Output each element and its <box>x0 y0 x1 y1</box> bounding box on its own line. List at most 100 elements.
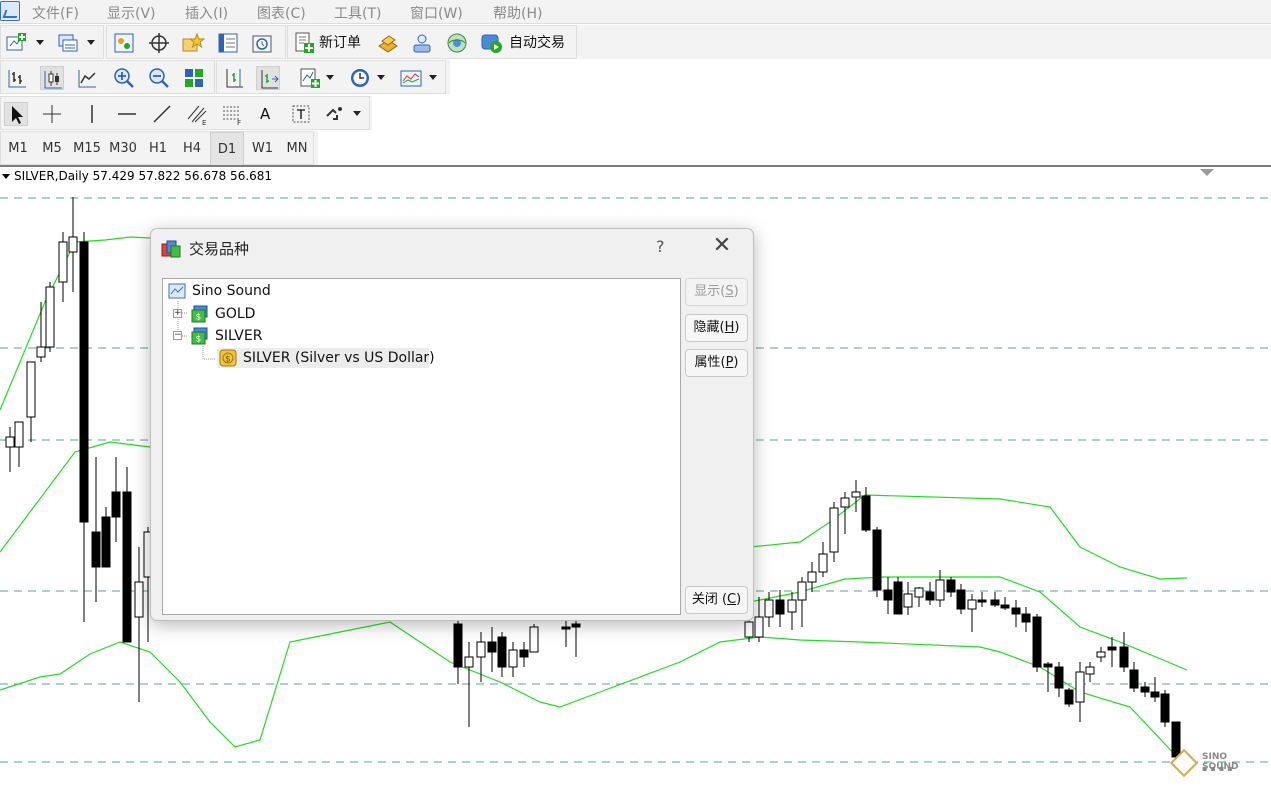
timeframe-mn[interactable]: MN <box>280 132 314 166</box>
templates-button[interactable] <box>399 66 423 90</box>
zoom-in-button[interactable] <box>112 66 136 90</box>
user-signals-icon <box>413 34 431 53</box>
candle-body-34 <box>851 491 861 498</box>
templates-icon <box>400 70 422 87</box>
periods-button[interactable] <box>348 66 372 90</box>
new-chart-icon <box>6 33 26 51</box>
toolbar-group-chart-tools <box>216 60 446 94</box>
silver-collapse-toggle[interactable]: − <box>173 331 182 340</box>
timeframe-h4[interactable]: H4 <box>175 132 209 166</box>
candle-body-50 <box>1021 613 1031 623</box>
new-order-button[interactable]: 新订单 <box>319 31 361 55</box>
auto-trading-button[interactable]: 自动交易 <box>509 31 565 55</box>
tile-windows-button[interactable] <box>182 66 206 90</box>
properties-button[interactable]: 属性(P) <box>685 349 748 377</box>
candle-body-20 <box>519 649 529 658</box>
terminal-button[interactable] <box>216 31 240 55</box>
candle-body-28 <box>787 599 797 613</box>
silver-group-label: SILVER <box>215 328 263 344</box>
symbols-tree[interactable]: Sino Sound + $ GOLD − $ SILVER $ SILVER … <box>162 278 681 615</box>
clock-icon <box>351 69 369 87</box>
line-chart-button[interactable] <box>75 66 99 90</box>
strategy-tester-button[interactable] <box>250 31 274 55</box>
timeframe-d1[interactable]: D1 <box>210 132 244 166</box>
templates-dropdown-arrow[interactable] <box>429 75 437 80</box>
candle-body-44 <box>956 589 966 610</box>
toolbar-group-chart-types <box>0 60 215 94</box>
menu-bar: 文件(F) 显示(V) 插入(I) 图表(C) 工具(T) 窗口(W) 帮助(H… <box>0 0 1271 24</box>
candlestick-chart-button[interactable] <box>40 66 64 90</box>
gold-bars-button[interactable] <box>376 31 400 55</box>
profiles-dropdown-arrow[interactable] <box>87 40 95 45</box>
properties-button-tail: ) <box>733 355 739 370</box>
logo-diamond-icon <box>1169 748 1199 778</box>
signals-button[interactable] <box>410 31 434 55</box>
timeframe-m30[interactable]: M30 <box>105 132 141 166</box>
bar-chart-button[interactable] <box>5 66 29 90</box>
show-symbol-button[interactable]: 显示(S) <box>685 278 748 306</box>
menu-help[interactable]: 帮助(H) <box>493 3 542 23</box>
menu-charts[interactable]: 图表(C) <box>257 3 306 23</box>
new-chart-button[interactable] <box>4 31 28 55</box>
profiles-button[interactable] <box>56 31 80 55</box>
text-label-button[interactable] <box>289 102 313 126</box>
market-button[interactable] <box>445 31 469 55</box>
tree-symbol-silver-row[interactable]: $ SILVER (Silver vs US Dollar) <box>217 348 435 368</box>
market-watch-button[interactable] <box>112 31 136 55</box>
hide-symbol-button[interactable]: 隐藏(H) <box>685 314 748 342</box>
menu-tools[interactable]: 工具(T) <box>334 3 381 23</box>
svg-text:F: F <box>237 119 241 126</box>
candle-body-57 <box>1096 651 1106 658</box>
new-order-icon-wrap[interactable] <box>292 31 316 55</box>
timeframe-w1[interactable]: W1 <box>245 132 280 166</box>
gold-expand-toggle[interactable]: + <box>173 309 182 318</box>
app-icon <box>0 1 20 21</box>
timeframe-m1[interactable]: M1 <box>1 132 35 166</box>
crosshair-icon <box>149 33 169 53</box>
vertical-line-button[interactable] <box>80 102 104 126</box>
dialog-close-button[interactable]: ✕ <box>711 235 733 257</box>
cursor-button[interactable] <box>4 102 28 126</box>
close-dialog-button[interactable]: 关闭 (C) <box>685 586 748 614</box>
new-chart-dropdown-arrow[interactable] <box>36 40 44 45</box>
candle-body-51 <box>1032 616 1042 668</box>
indicators-dropdown-arrow[interactable] <box>326 75 334 80</box>
auto-scroll-button[interactable] <box>256 66 280 90</box>
zoom-out-button[interactable] <box>147 66 171 90</box>
timeframe-h1[interactable]: H1 <box>141 132 175 166</box>
timeframe-m15[interactable]: M15 <box>69 132 105 166</box>
candle-body-37 <box>883 589 893 601</box>
silver-symbol-label: SILVER (Silver vs US Dollar) <box>243 350 435 366</box>
candle-body-26 <box>764 599 774 618</box>
menu-window[interactable]: 窗口(W) <box>410 3 463 23</box>
crosshair-tool-button[interactable] <box>40 102 64 126</box>
menu-view[interactable]: 显示(V) <box>107 3 156 23</box>
vertical-line-icon <box>91 105 93 123</box>
navigator-button[interactable] <box>181 31 206 55</box>
sino-sound-watermark-logo: SINO SOUND ▪▪▪▪ <box>1169 748 1264 778</box>
symbol-coin-icon: $ <box>219 349 237 367</box>
candle-body-62 <box>1150 691 1160 698</box>
trendline-button[interactable] <box>150 102 174 126</box>
equidistant-channel-button[interactable]: E <box>185 102 209 127</box>
indicators-button[interactable] <box>298 66 322 90</box>
text-tool-button[interactable]: A <box>260 102 270 126</box>
candle-body-31 <box>818 553 828 573</box>
auto-trading-icon-wrap[interactable] <box>480 31 504 55</box>
arrows-button[interactable] <box>323 102 347 126</box>
auto-trading-icon <box>481 34 502 53</box>
chart-shift-button[interactable] <box>222 66 246 90</box>
candle-body-49 <box>1011 607 1021 615</box>
menu-file[interactable]: 文件(F) <box>32 3 79 23</box>
fibonacci-button[interactable]: F <box>220 102 244 127</box>
timeframe-m5[interactable]: M5 <box>35 132 69 166</box>
periods-dropdown-arrow[interactable] <box>377 75 385 80</box>
chart-shift-marker-icon <box>1200 169 1214 176</box>
horizontal-line-button[interactable] <box>115 102 139 126</box>
crosshair-button[interactable] <box>147 31 171 55</box>
help-button[interactable]: ? <box>656 237 665 256</box>
candle-body-63 <box>1160 693 1170 723</box>
arrows-dropdown-arrow[interactable] <box>353 111 361 116</box>
menu-insert[interactable]: 插入(I) <box>185 3 228 23</box>
dialog-title: 交易品种 <box>189 240 250 258</box>
